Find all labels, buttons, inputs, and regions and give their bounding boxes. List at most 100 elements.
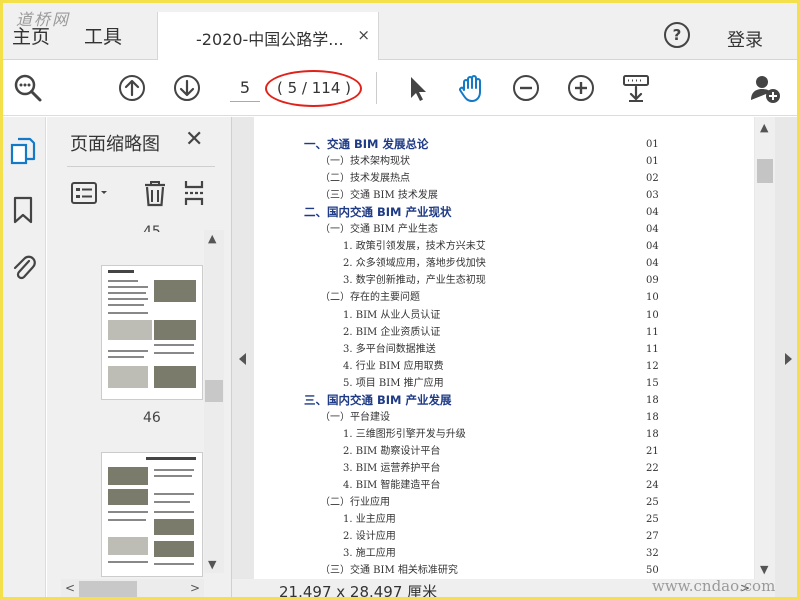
search-zoom-icon[interactable] [10,70,46,106]
toc-entry-page: 01 [646,139,659,150]
toc-entry[interactable]: 3. 多平台间数据推送 11 [254,341,754,358]
home-tab[interactable]: 主页 [12,22,50,49]
toc-entry-title: 3. BIM 运营养护平台 [343,462,441,474]
toc-entry-page: 04 [646,258,659,270]
page-number-input[interactable]: 5 [230,74,260,102]
scrollbar-thumb[interactable] [79,581,137,597]
left-rail [0,117,46,600]
attachment-icon[interactable] [10,251,36,281]
toc-entry-title: 二、国内交通 BIM 产业现状 [304,205,452,220]
toc-entry-page: 02 [646,173,659,185]
toc-entry[interactable]: 1. BIM 从业人员认证 10 [254,307,754,324]
document-viewer: 一、交通 BIM 发展总论 01 （一）技术架构现状 01 （二）技术发展热点 02 （三）… [232,117,800,600]
tools-tab[interactable]: 工具 [84,22,122,49]
toc-entry-page: 11 [646,343,659,355]
toc-entry-title: 5. 项目 BIM 推广应用 [343,377,444,389]
add-user-icon[interactable] [748,70,784,106]
panel-title: 页面缩略图 [70,134,160,155]
toc-entry-page: 03 [646,190,659,202]
select-cursor-icon[interactable] [400,70,436,106]
toc-entry[interactable]: （三）交通 BIM 技术发展 03 [254,187,754,204]
toc-entry-page: 24 [646,480,659,491]
login-button[interactable]: 登录 [727,26,763,52]
toc-entry-title: （一）交通 BIM 产业生态 [320,224,438,236]
scrollbar-thumb[interactable] [757,159,773,183]
page-thumbnails-icon[interactable] [10,137,36,167]
toc-entry[interactable]: （一）交通 BIM 产业生态 04 [254,221,754,238]
toc-entry-title: （二）行业应用 [320,497,390,509]
toc-entry[interactable]: 2. BIM 企业资质认证 11 [254,324,754,341]
toc-entry-title: 1. 三维图形引擎开发与升级 [343,428,466,440]
toc-entry[interactable]: 二、国内交通 BIM 产业现状 04 [254,204,754,221]
toc-entry[interactable]: 3. 施工应用 32 [254,545,754,562]
hand-tool-icon[interactable] [454,70,490,106]
scroll-right-icon[interactable]: > [190,581,200,595]
highlight-annotation-ellipse [265,70,362,107]
toc-entry[interactable]: 1. 政策引领发展，技术方兴未艾 04 [254,238,754,255]
prev-page-icon[interactable] [114,70,150,106]
toc-entry[interactable]: （一）技术架构现状 01 [254,153,754,170]
toc-entry[interactable]: （二）技术发展热点 02 [254,170,754,187]
toc-entry-page: 32 [646,548,659,560]
toc-entry-page: 10 [646,292,659,304]
toc-entry-page: 27 [646,531,659,543]
toc-entry-page: 18 [646,411,659,423]
toc-entry-page: 21 [646,445,659,457]
thumbnails-horizontal-scrollbar[interactable]: < > [61,579,204,599]
scroll-up-icon[interactable]: ▲ [760,121,768,134]
scroll-down-icon[interactable]: ▼ [760,563,768,576]
toc-entry[interactable]: 2. BIM 勘察设计平台 21 [254,443,754,460]
close-tab-icon[interactable]: × [357,26,370,44]
thumbnails-panel: 页面缩略图 ✕ 45 46 ▲ ▼ < > [47,117,232,600]
toc-entry-page: 11 [646,326,659,338]
scroll-up-icon[interactable]: ▲ [208,232,216,245]
toc-entry-title: 4. 行业 BIM 应用取费 [343,360,444,372]
toc-entry-page: 12 [646,360,659,372]
scroll-down-icon[interactable]: ▼ [208,558,216,571]
toc-entry[interactable]: 一、交通 BIM 发展总论 01 [254,136,754,153]
toc-entry-title: 2. 设计应用 [343,531,396,543]
zoom-out-icon[interactable] [508,70,544,106]
document-tab-title: -2020-中国公路学... [196,30,344,49]
thumbnail-page-47[interactable] [101,452,203,577]
bookmark-icon[interactable] [10,195,36,225]
toc-entry[interactable]: 3. 数字创新推动，产业生态初现 09 [254,272,754,289]
thumbnails-scrollbar[interactable]: ▲ ▼ [204,230,224,573]
document-scrollbar[interactable]: ▲ ▼ [755,117,775,579]
zoom-in-icon[interactable] [563,70,599,106]
toc-entry[interactable]: 3. BIM 运营养护平台 22 [254,460,754,477]
thumbnail-options-icon[interactable] [71,181,111,207]
toc-entry[interactable]: （二）行业应用 25 [254,494,754,511]
scrollbar-thumb[interactable] [205,380,223,402]
thumbnail-page-46[interactable] [101,265,203,400]
scroll-left-icon[interactable]: < [65,581,75,595]
panel-toolbar [67,179,217,209]
toc-entry-page: 25 [646,514,659,526]
toc-entry-page: 18 [646,428,659,440]
help-icon[interactable]: ? [664,22,690,48]
panel-divider [67,166,215,167]
toc-entry[interactable]: （二）存在的主要问题 10 [254,289,754,306]
keyboard-scroll-icon[interactable] [618,70,654,106]
toc-entry[interactable]: 1. 业主应用 25 [254,511,754,528]
toc-entry[interactable]: 5. 项目 BIM 推广应用 15 [254,375,754,392]
toc-entry-page: 22 [646,462,659,474]
panel-close-icon[interactable]: ✕ [185,127,203,152]
collapse-left-panel-icon[interactable] [239,353,246,365]
toc-entry-page: 25 [646,497,659,509]
insert-page-icon[interactable] [183,179,213,207]
toc-entry[interactable]: 1. 三维图形引擎开发与升级 18 [254,426,754,443]
next-page-icon[interactable] [169,70,205,106]
toc-entry[interactable]: 2. 设计应用 27 [254,528,754,545]
toc-entry[interactable]: （一）平台建设 18 [254,409,754,426]
expand-right-panel-icon[interactable] [785,353,792,365]
toc-entry[interactable]: 4. 行业 BIM 应用取费 12 [254,358,754,375]
toc-entry[interactable]: 三、国内交通 BIM 产业发展 18 [254,392,754,409]
page-size-label: 21.497 x 28.497 厘米 [279,583,438,600]
toc-entry-title: 2. BIM 勘察设计平台 [343,445,441,457]
document-tab[interactable]: -2020-中国公路学... × [157,12,379,61]
delete-page-icon[interactable] [143,179,167,207]
toc-entry-page: 04 [646,224,659,236]
toc-entry[interactable]: 4. BIM 智能建造平台 24 [254,477,754,494]
toc-entry[interactable]: 2. 众多领域应用，落地步伐加快 04 [254,255,754,272]
